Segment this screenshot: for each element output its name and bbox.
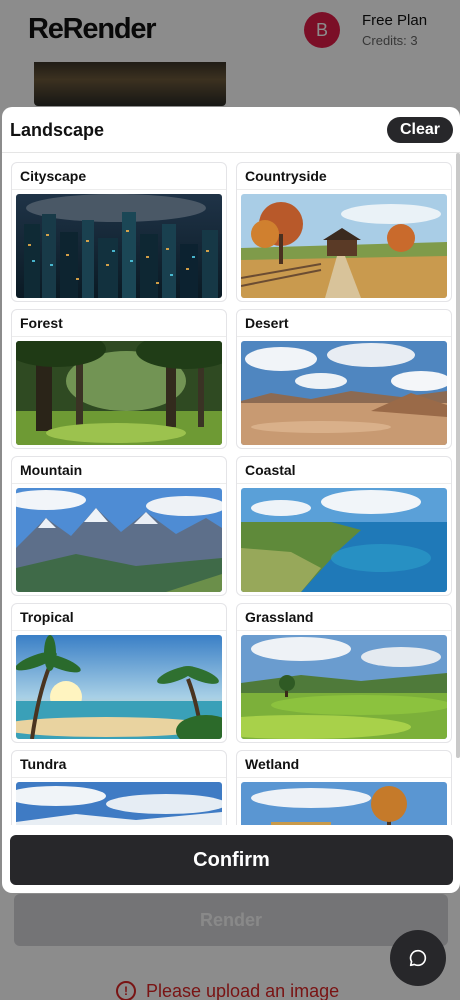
modal-header: Landscape Clear [2,107,460,153]
countryside-thumbnail [241,194,447,298]
cityscape-thumbnail [16,194,222,298]
option-card-forest[interactable]: Forest [11,309,227,449]
landscape-modal: Landscape Clear Cityscape Countryside Fo… [2,107,460,893]
option-label: Forest [20,315,63,331]
card-divider [237,630,451,631]
option-card-mountain[interactable]: Mountain [11,456,227,596]
option-label: Countryside [245,168,327,184]
option-label: Coastal [245,462,296,478]
chat-bubble-icon [409,949,427,967]
option-label: Tropical [20,609,74,625]
option-label: Desert [245,315,289,331]
option-label: Tundra [20,756,67,772]
option-card-cityscape[interactable]: Cityscape [11,162,227,302]
option-card-wetland[interactable]: Wetland [236,750,452,825]
card-divider [12,630,226,631]
confirm-button[interactable]: Confirm [10,835,453,885]
wetland-thumbnail [241,782,447,825]
forest-thumbnail [16,341,222,445]
tropical-thumbnail [16,635,222,739]
option-card-tropical[interactable]: Tropical [11,603,227,743]
option-card-countryside[interactable]: Countryside [236,162,452,302]
chat-button[interactable] [390,930,446,986]
coastal-thumbnail [241,488,447,592]
card-divider [237,336,451,337]
option-label: Wetland [245,756,300,772]
card-divider [12,336,226,337]
option-label: Grassland [245,609,314,625]
card-divider [12,189,226,190]
option-card-grassland[interactable]: Grassland [236,603,452,743]
card-divider [237,483,451,484]
grid-scrollbar[interactable] [456,153,460,758]
option-label: Cityscape [20,168,87,184]
option-label: Mountain [20,462,83,478]
option-card-desert[interactable]: Desert [236,309,452,449]
card-divider [12,777,226,778]
modal-title: Landscape [10,120,105,140]
landscape-options-grid[interactable]: Cityscape Countryside Forest Desert Moun… [2,153,460,825]
grassland-thumbnail [241,635,447,739]
card-divider [237,777,451,778]
mountain-thumbnail [16,488,222,592]
clear-button[interactable]: Clear [387,117,453,143]
option-card-coastal[interactable]: Coastal [236,456,452,596]
desert-thumbnail [241,341,447,445]
option-card-tundra[interactable]: Tundra [11,750,227,825]
card-divider [12,483,226,484]
tundra-thumbnail [16,782,222,825]
card-divider [237,189,451,190]
